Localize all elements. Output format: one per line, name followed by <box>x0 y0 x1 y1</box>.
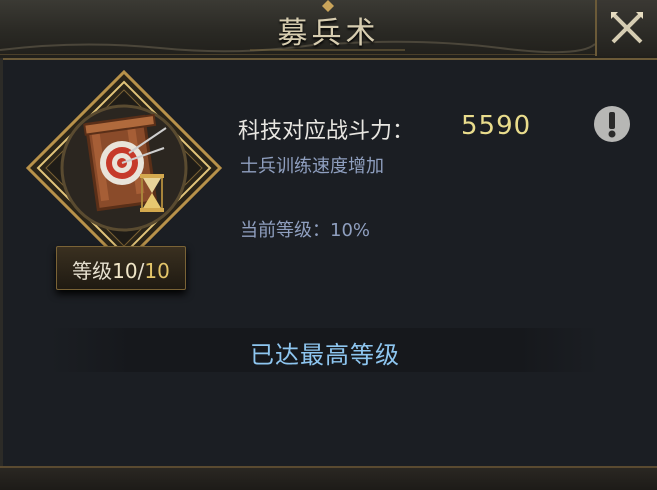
tech-icon-frame[interactable] <box>24 68 224 268</box>
page-title: 募兵术 <box>277 16 380 51</box>
close-icon <box>611 12 643 44</box>
tech-description: 士兵训练速度增加 <box>240 156 384 177</box>
close-button[interactable] <box>595 0 657 56</box>
exclamation-icon <box>608 112 616 138</box>
current-level-text: 当前等级：10% <box>240 220 371 241</box>
header-bar: 募兵术 <box>0 0 657 60</box>
level-current: 10 <box>112 259 138 283</box>
power-label: 科技对应战斗力： <box>238 119 415 144</box>
frame-bottom-border <box>0 466 657 490</box>
power-value: 5590 <box>461 111 532 141</box>
level-badge: 等级10/10 <box>56 246 186 290</box>
archery-target-icon <box>25 69 223 267</box>
level-max: 10 <box>144 259 170 283</box>
tech-detail-panel: 募兵术 等级10/10 科技对应战斗力： 5590 士兵训练速度增加 当前等级：… <box>0 0 657 490</box>
info-button[interactable] <box>594 106 630 142</box>
frame-edge <box>0 58 3 490</box>
level-text: 等级10/10 <box>57 255 185 284</box>
max-level-text: 已达最高等级 <box>250 341 400 369</box>
header-divider <box>0 54 657 55</box>
level-label: 等级 <box>72 259 113 283</box>
max-level-banner: 已达最高等级 <box>50 328 600 372</box>
